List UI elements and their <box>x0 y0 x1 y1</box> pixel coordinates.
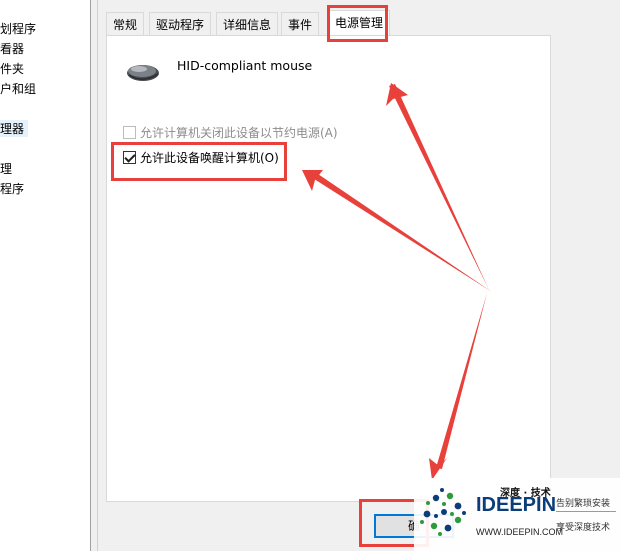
panel-divider[interactable] <box>90 0 98 551</box>
tree-item-shared-folders[interactable]: 件夹 <box>0 60 24 77</box>
watermark-brand: IDEEPIN <box>476 494 557 516</box>
ideepin-logo-icon <box>420 488 466 536</box>
left-tree-panel: 划程序 看器 件夹 户和组 理器 理 程序 <box>0 0 90 551</box>
tree-item-programs[interactable]: 程序 <box>0 180 24 197</box>
tree-item-event-viewer[interactable]: 看器 <box>0 40 24 57</box>
device-properties-dialog: 常规 驱动程序 详细信息 事件 电源管理 HID-compliant mouse… <box>98 0 620 551</box>
highlight-power-tab <box>327 5 388 42</box>
mouse-icon <box>127 65 159 81</box>
tree-item-management[interactable]: 理 <box>0 160 12 177</box>
tab-driver[interactable]: 驱动程序 <box>149 12 212 36</box>
tree-item-task-scheduler[interactable]: 划程序 <box>0 20 36 37</box>
watermark-slogan-2: 享受深度技术 <box>556 523 611 533</box>
device-name: HID-compliant mouse <box>177 58 313 73</box>
watermark-slogan-1: 告别繁琐安装 <box>556 499 611 509</box>
allow-power-off-checkbox <box>123 126 136 139</box>
tab-events[interactable]: 事件 <box>281 12 320 36</box>
highlight-wake-option <box>111 142 287 181</box>
allow-power-off-option: 允许计算机关闭此设备以节约电源(A) <box>123 124 338 141</box>
tab-details[interactable]: 详细信息 <box>216 12 279 36</box>
watermark-url: WWW.IDEEPIN.COM <box>476 527 563 537</box>
allow-power-off-label: 允许计算机关闭此设备以节约电源(A) <box>140 126 338 140</box>
tree-item-users-groups[interactable]: 户和组 <box>0 80 36 97</box>
power-management-panel: HID-compliant mouse 允许计算机关闭此设备以节约电源(A) 允… <box>106 35 551 502</box>
watermark-separator <box>556 511 616 512</box>
tab-general[interactable]: 常规 <box>106 12 145 36</box>
tree-item-device-manager[interactable]: 理器 <box>0 120 29 137</box>
ideepin-watermark: 深度 · 技术 IDEEPIN WWW.IDEEPIN.COM 告别繁琐安装 享… <box>414 478 620 551</box>
